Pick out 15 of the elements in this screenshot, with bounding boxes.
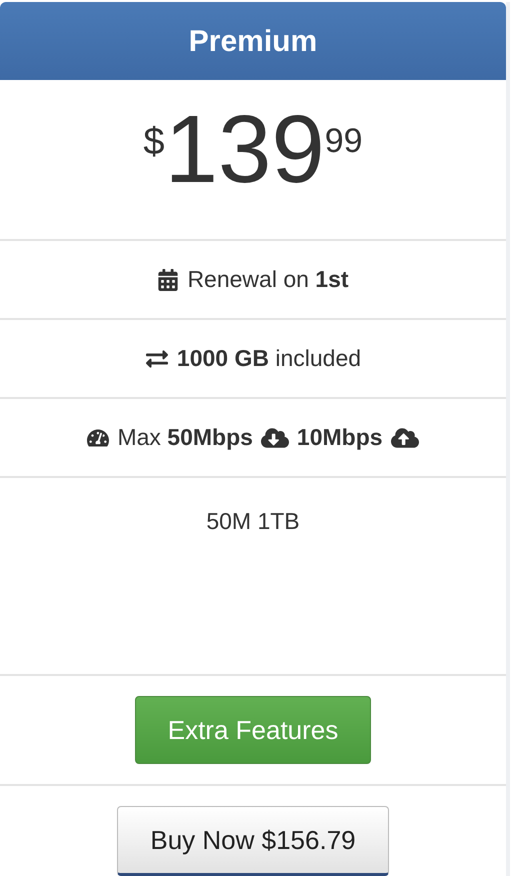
exchange-arrows-icon (144, 348, 169, 370)
price-cents: 99 (324, 121, 363, 162)
buy-now-button[interactable]: Buy Now $156.79 (117, 806, 389, 876)
price-amount: 139 (164, 102, 325, 198)
plan-title: Premium (188, 24, 318, 60)
cloud-download-icon (260, 426, 289, 450)
cloud-upload-icon (390, 426, 419, 450)
calendar-icon (157, 268, 180, 290)
speedometer-icon (87, 426, 110, 448)
plan-description: 50M 1TB (206, 507, 300, 536)
currency-symbol: $ (143, 120, 165, 165)
bandwidth-text: 1000 GB included (176, 344, 362, 374)
renewal-text: Renewal on 1st (187, 265, 349, 294)
download-speed-text: Max 50Mbps (117, 423, 253, 452)
upload-speed-text: 10Mbps (296, 423, 383, 452)
